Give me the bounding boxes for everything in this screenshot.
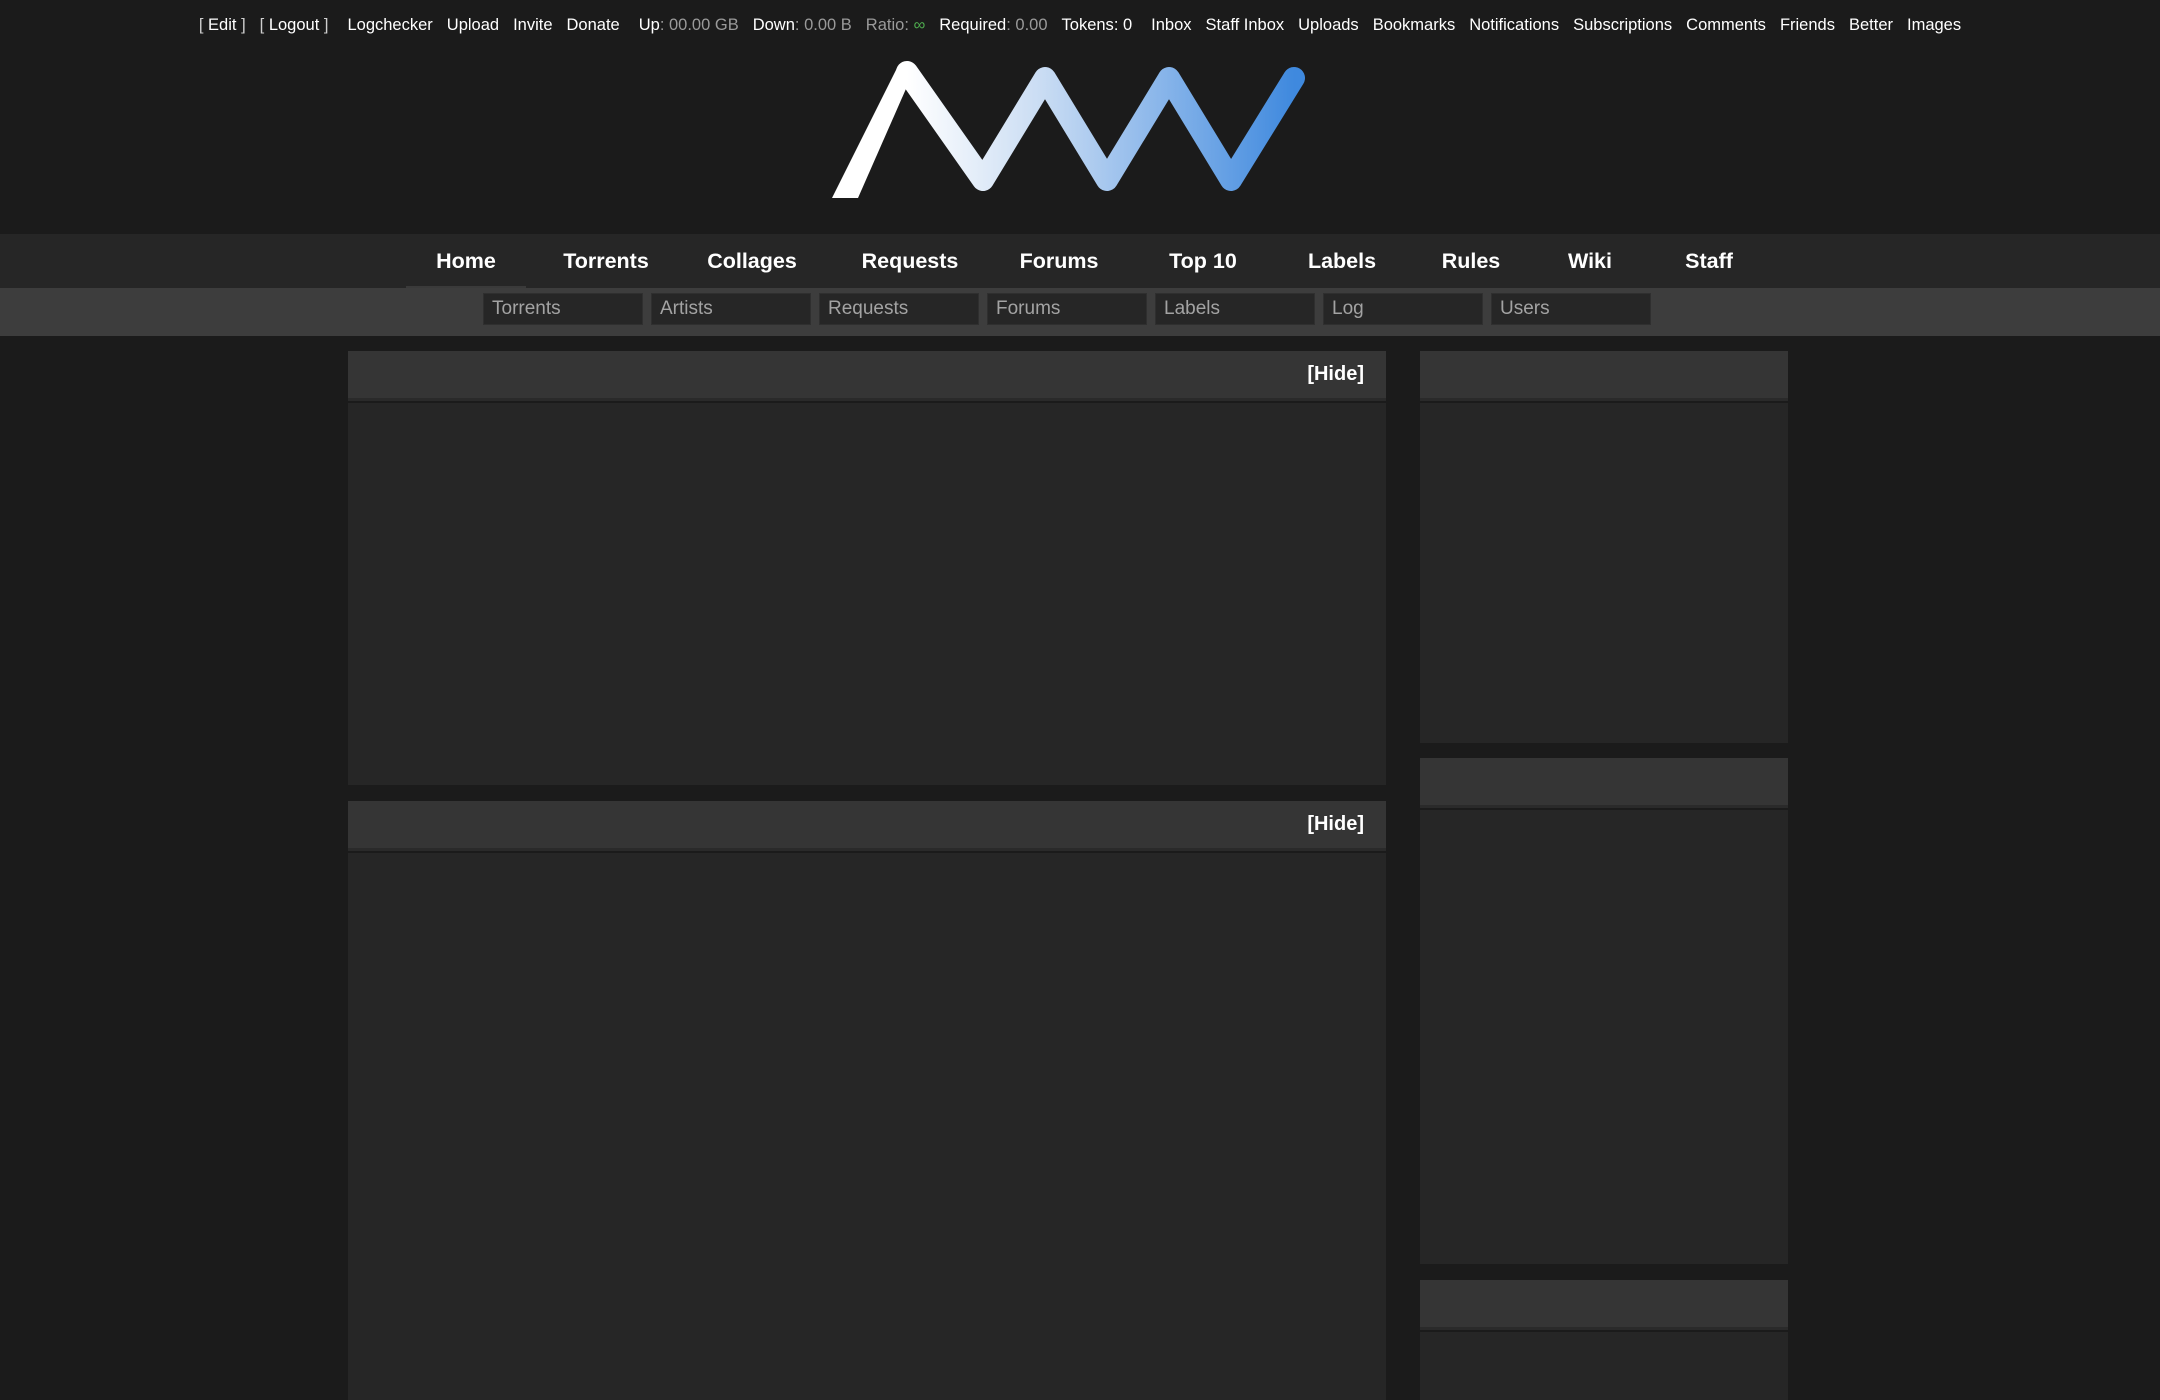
hide-toggle[interactable]: [Hide]: [1307, 801, 1364, 848]
nav-requests[interactable]: Requests: [848, 234, 972, 288]
donate-link[interactable]: Donate: [567, 16, 620, 35]
better-link[interactable]: Better: [1849, 16, 1893, 35]
images-link[interactable]: Images: [1907, 16, 1961, 35]
nav-top10[interactable]: Top 10: [1148, 234, 1258, 288]
nav-forums[interactable]: Forums: [1004, 234, 1114, 288]
nav-rules[interactable]: Rules: [1426, 234, 1516, 288]
tokens-label[interactable]: Tokens: [1062, 16, 1114, 35]
search-requests-input[interactable]: [819, 293, 979, 325]
bracket-open: [: [198, 15, 209, 34]
edit-link[interactable]: Edit: [208, 16, 236, 35]
inbox-link[interactable]: Inbox: [1151, 16, 1191, 35]
bookmarks-link[interactable]: Bookmarks: [1373, 16, 1456, 35]
upload-link[interactable]: Upload: [447, 16, 499, 35]
search-bar: [0, 288, 2160, 336]
nav-wiki[interactable]: Wiki: [1550, 234, 1630, 288]
sidebar-panel-body: [1420, 810, 1788, 1264]
stat-download: Down: 0.00 B: [752, 15, 852, 34]
search-torrents-input[interactable]: [483, 293, 643, 325]
nav-collages[interactable]: Collages: [690, 234, 814, 288]
upload-label: Up: [638, 15, 660, 34]
invite-link[interactable]: Invite: [513, 16, 552, 35]
site-logo[interactable]: [828, 56, 1306, 204]
friends-link[interactable]: Friends: [1780, 16, 1835, 35]
sidebar-panel-header: [1420, 1280, 1788, 1330]
stat-upload: Up: 00.00 GB: [638, 15, 739, 34]
subscriptions-link[interactable]: Subscriptions: [1573, 16, 1672, 35]
tokens-value: 0: [1122, 15, 1133, 34]
search-labels-input[interactable]: [1155, 293, 1315, 325]
bracket-close: ]: [236, 15, 246, 34]
main-panel-body: [348, 853, 1386, 1400]
nav-labels[interactable]: Labels: [1292, 234, 1392, 288]
stat-ratio: Ratio: ∞: [865, 15, 926, 34]
search-users-input[interactable]: [1491, 293, 1651, 325]
nav-torrents[interactable]: Torrents: [546, 234, 666, 288]
notifications-link[interactable]: Notifications: [1469, 16, 1559, 35]
sidebar-panel-body: [1420, 403, 1788, 743]
sidebar-panel-header: [1420, 351, 1788, 401]
stat-required: Required: 0.00: [939, 15, 1048, 35]
download-label: Down: [752, 15, 795, 34]
edit-link-group: [ Edit ]: [199, 16, 246, 35]
stat-tokens: Tokens: 0: [1061, 15, 1133, 35]
uploads-link[interactable]: Uploads: [1298, 16, 1359, 35]
sidebar-panel-body: [1420, 1332, 1788, 1400]
nav-home[interactable]: Home: [406, 234, 526, 288]
required-value: 0.00: [1015, 15, 1048, 34]
main-panel-body: [348, 403, 1386, 785]
search-forums-input[interactable]: [987, 293, 1147, 325]
sidebar-panel-header: [1420, 758, 1788, 808]
ratio-label: Ratio: [865, 15, 905, 34]
main-panel-header: [Hide]: [348, 351, 1386, 401]
logout-link-group: [ Logout ]: [260, 16, 329, 35]
logchecker-link[interactable]: Logchecker: [347, 16, 432, 35]
download-value: 0.00 B: [804, 15, 852, 34]
upload-value: 00.00 GB: [669, 15, 739, 34]
hide-toggle[interactable]: [Hide]: [1307, 351, 1364, 398]
user-info-bar: [ Edit ] [ Logout ] Logchecker Upload In…: [0, 0, 2160, 50]
bracket-close: ]: [319, 15, 329, 34]
nav-staff[interactable]: Staff: [1664, 234, 1754, 288]
staff-inbox-link[interactable]: Staff Inbox: [1206, 16, 1285, 35]
search-log-input[interactable]: [1323, 293, 1483, 325]
main-navigation: Home Torrents Collages Requests Forums T…: [0, 234, 2160, 288]
zigzag-wave-logo-icon: [832, 61, 1305, 198]
comments-link[interactable]: Comments: [1686, 16, 1766, 35]
search-artists-input[interactable]: [651, 293, 811, 325]
main-panel-header: [Hide]: [348, 801, 1386, 851]
bracket-open: [: [259, 15, 269, 34]
ratio-value: ∞: [913, 15, 926, 34]
required-label[interactable]: Required: [939, 16, 1006, 35]
logout-link[interactable]: Logout: [269, 16, 319, 35]
